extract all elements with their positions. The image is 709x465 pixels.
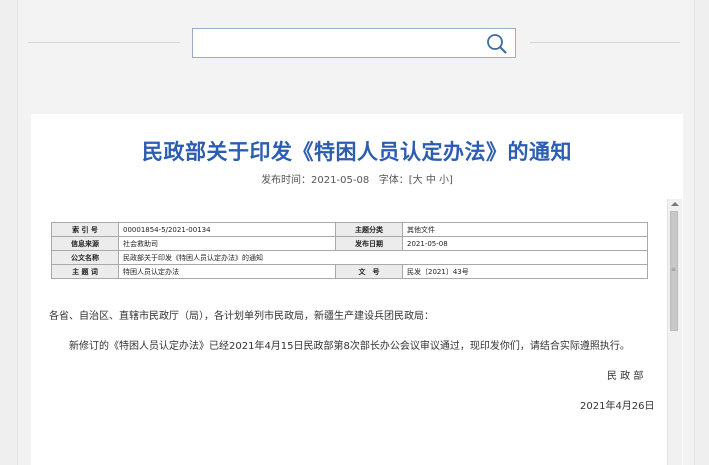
article-card: 民政部关于印发《特困人员认定办法》的通知 发布时间：2021-05-08 字体：… [31,114,683,465]
search-icon[interactable] [485,32,509,56]
source-value: 社会救助司 [118,236,336,251]
header-divider-right [530,42,680,43]
date-value: 2021-05-08 [402,236,648,251]
table-row: 索 引 号 00001854-5/2021-00134 主题分类 其他文件 [51,222,648,237]
subject-value: 其他文件 [402,222,648,237]
font-size-label: 字体： [378,175,409,186]
body-paragraph: 新修订的《特困人员认定办法》已经2021年4月15日民政部第8次部长办公会议审议… [69,341,630,352]
doc-no-value: 民发〔2021〕43号 [402,264,648,279]
keywords-value: 特困人员认定办法 [118,264,336,279]
index-no-value: 00001854-5/2021-00134 [118,222,336,237]
scroll-up-arrow-icon[interactable] [671,202,679,206]
document-info-table: 索 引 号 00001854-5/2021-00134 主题分类 其他文件 信息… [51,222,648,279]
article-title: 民政部关于印发《特困人员认定办法》的通知 [142,140,572,164]
table-row: 信息来源 社会救助司 发布日期 2021-05-08 [51,236,648,251]
subject-label: 主题分类 [335,222,403,237]
table-row: 公文名称 民政部关于印发《特困人员认定办法》的通知 [51,250,648,265]
doc-title-value: 民政部关于印发《特困人员认定办法》的通知 [118,250,648,265]
scroll-grip-icon: ≡ [671,266,677,273]
keywords-label: 主 题 词 [51,264,119,279]
search-input[interactable] [199,34,473,54]
source-label: 信息来源 [51,236,119,251]
doc-no-label: 文 号 [335,264,403,279]
body-date: 2021年4月26日 [580,401,655,412]
font-size-bracket-close: ] [449,175,453,186]
article-meta: 发布时间：2021-05-08 字体：[大 中 小] [31,171,683,186]
doc-title-label: 公文名称 [51,250,119,265]
font-size-large[interactable]: 大 [413,175,423,186]
font-size-medium[interactable]: 中 [426,175,436,186]
scrollbar[interactable]: ≡ [667,199,682,465]
font-size-small[interactable]: 小 [439,175,449,186]
search-box[interactable] [192,28,516,58]
body-salutation: 各省、自治区、直辖市民政厅（局），各计划单列市民政局，新疆生产建设兵团民政局： [49,311,434,322]
date-label: 发布日期 [335,236,403,251]
header-divider-left [28,42,180,43]
body-signature: 民 政 部 [607,371,644,382]
index-no-label: 索 引 号 [51,222,119,237]
publish-time: 发布时间：2021-05-08 [261,175,370,186]
table-row: 主 题 词 特困人员认定办法 文 号 民发〔2021〕43号 [51,264,648,279]
